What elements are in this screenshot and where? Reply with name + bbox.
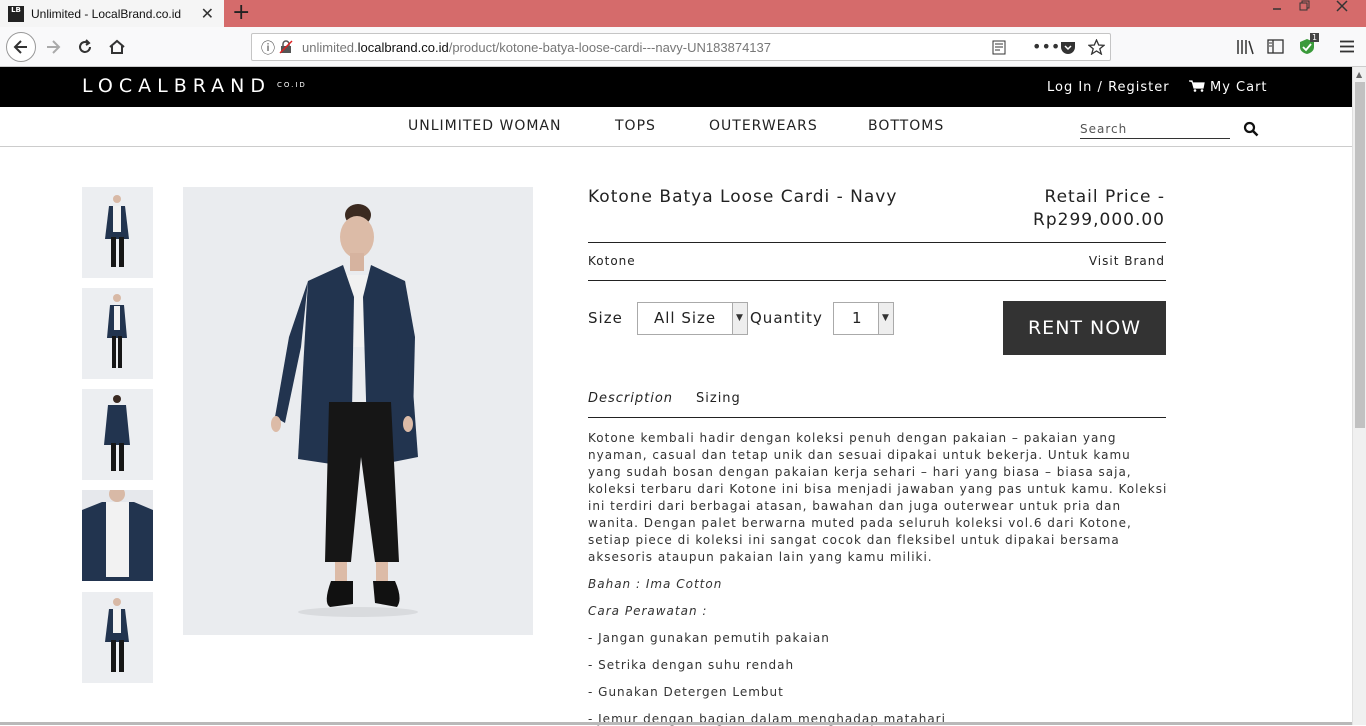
home-icon[interactable]: [102, 32, 132, 62]
reader-view-icon[interactable]: [992, 40, 1006, 55]
divider: [588, 242, 1166, 243]
product-thumbnail-3[interactable]: [82, 389, 153, 480]
search-input[interactable]: [1080, 120, 1230, 139]
library-icon[interactable]: [1236, 39, 1254, 55]
logo-suffix: CO.ID: [277, 81, 307, 89]
back-icon[interactable]: [6, 32, 36, 62]
retail-price-label: Retail Price -: [1044, 187, 1165, 207]
chevron-down-icon[interactable]: ▼: [732, 303, 747, 334]
product-thumbnail-2[interactable]: [82, 288, 153, 379]
scroll-up-arrow-icon[interactable]: ▲: [1356, 70, 1362, 79]
browser-tab-bar: LB Unlimited - LocalBrand.co.id ✕ +: [0, 0, 1366, 27]
product-thumbnail-5[interactable]: [82, 592, 153, 683]
site-header: LOCALBRAND CO.ID Log In / Register My Ca…: [0, 67, 1352, 107]
size-select[interactable]: All Size ▼: [637, 302, 748, 335]
product-name: Kotone Batya Loose Cardi - Navy: [588, 187, 898, 207]
minimize-icon[interactable]: [1272, 4, 1282, 17]
product-thumbnail-1[interactable]: [82, 187, 153, 278]
reload-icon[interactable]: [70, 32, 100, 62]
care-title: Cara Perawatan :: [588, 604, 708, 618]
extension-badge: 1: [1310, 33, 1320, 42]
product-thumbnail-4[interactable]: [82, 490, 153, 581]
rent-now-button[interactable]: RENT NOW: [1003, 301, 1166, 355]
scroll-thumb[interactable]: [1355, 82, 1365, 428]
close-window-icon[interactable]: [1336, 0, 1348, 13]
visit-brand-link[interactable]: Visit Brand: [1089, 254, 1165, 268]
extension-shield-icon[interactable]: 1: [1299, 33, 1320, 56]
size-select-value: All Size: [654, 309, 717, 327]
nav-unlimited-woman[interactable]: UNLIMITED WOMAN: [408, 118, 561, 134]
divider: [588, 417, 1166, 418]
tab-title: Unlimited - LocalBrand.co.id: [31, 6, 182, 21]
browser-tab[interactable]: LB Unlimited - LocalBrand.co.id ✕: [0, 0, 224, 27]
page-scrollbar[interactable]: ▲: [1352, 67, 1366, 725]
tab-description[interactable]: Description: [588, 391, 673, 406]
pocket-icon[interactable]: [1060, 40, 1076, 55]
forward-icon[interactable]: [38, 32, 68, 62]
quantity-select[interactable]: 1 ▼: [833, 302, 894, 335]
nav-bottoms[interactable]: BOTTOMS: [868, 118, 944, 134]
browser-toolbar: ⓘ unlimited.localbrand.co.id/product/kot…: [0, 27, 1366, 67]
product-price: Rp299,000.00: [1033, 210, 1165, 230]
menu-icon[interactable]: [1340, 40, 1354, 53]
bookmark-star-icon[interactable]: [1088, 39, 1105, 55]
search-icon[interactable]: [1243, 121, 1259, 137]
site-favicon-icon: LB: [8, 5, 24, 22]
site-logo[interactable]: LOCALBRAND: [82, 75, 271, 97]
my-cart-link[interactable]: My Cart: [1189, 80, 1268, 95]
product-main-image[interactable]: [183, 187, 533, 635]
chevron-down-icon[interactable]: ▼: [878, 303, 893, 334]
tab-sizing[interactable]: Sizing: [696, 391, 741, 406]
care-item: - Gunakan Detergen Lembut: [588, 685, 784, 699]
nav-outerwears[interactable]: OUTERWEARS: [709, 118, 818, 134]
restore-icon[interactable]: [1298, 0, 1310, 13]
insecure-lock-icon[interactable]: [279, 40, 293, 54]
quantity-label: Quantity: [750, 309, 823, 327]
page-actions-icon[interactable]: •••: [1032, 37, 1060, 56]
brand-name: Kotone: [588, 254, 636, 268]
product-description: Kotone kembali hadir dengan koleksi penu…: [588, 431, 1168, 564]
my-cart-label: My Cart: [1210, 80, 1268, 95]
address-bar[interactable]: ⓘ unlimited.localbrand.co.id/product/kot…: [251, 33, 1111, 61]
nav-tops[interactable]: TOPS: [615, 118, 656, 134]
quantity-select-value: 1: [852, 309, 863, 327]
care-item: - Setrika dengan suhu rendah: [588, 658, 795, 672]
new-tab-icon[interactable]: +: [232, 1, 250, 25]
category-nav: UNLIMITED WOMAN TOPS OUTERWEARS BOTTOMS: [0, 107, 1352, 147]
sidebar-icon[interactable]: [1267, 39, 1284, 54]
cart-icon: [1189, 80, 1205, 92]
material-text: Bahan : Ima Cotton: [588, 577, 723, 591]
url-text: unlimited.localbrand.co.id/product/koton…: [302, 40, 771, 55]
care-item: - Jangan gunakan pemutih pakaian: [588, 631, 830, 645]
site-info-icon[interactable]: ⓘ: [261, 38, 275, 58]
size-label: Size: [588, 309, 623, 327]
login-register-link[interactable]: Log In / Register: [1047, 80, 1170, 95]
close-tab-icon[interactable]: ✕: [201, 4, 214, 23]
divider: [588, 280, 1166, 281]
